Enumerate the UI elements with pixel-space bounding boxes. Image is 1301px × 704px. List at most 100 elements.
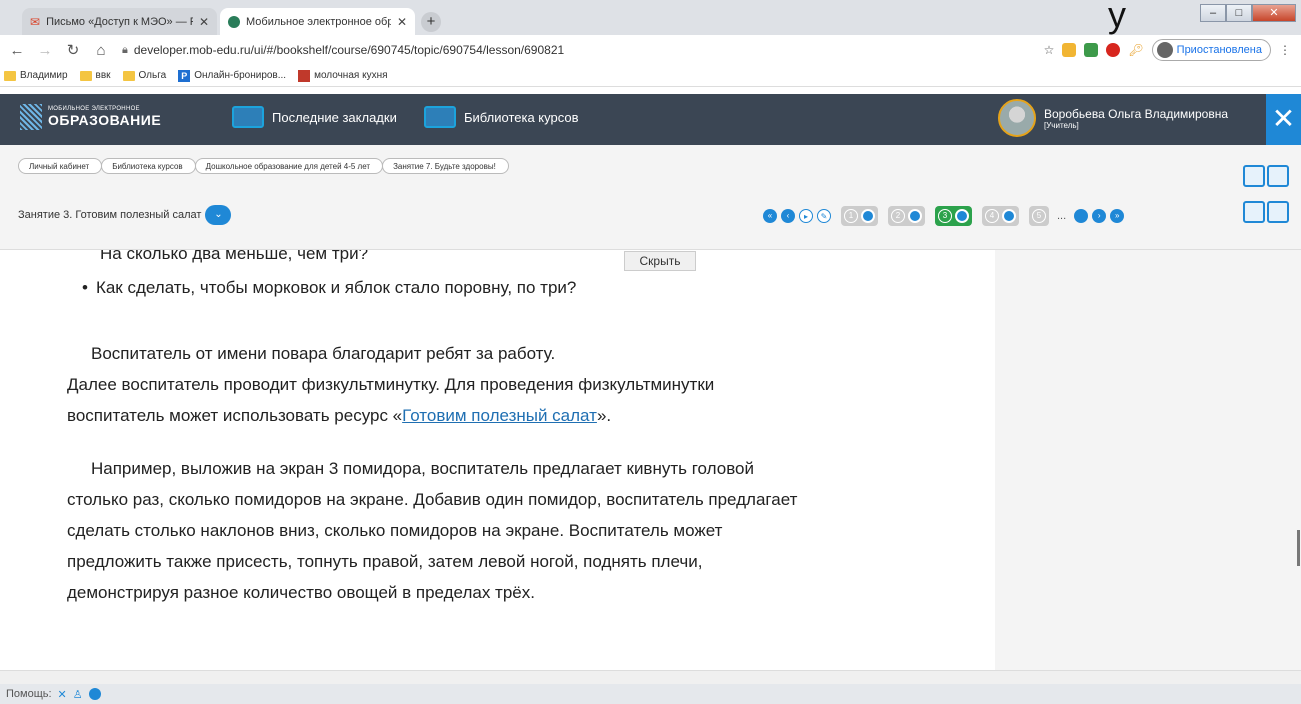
bookmark-label: Владимир [20, 70, 68, 81]
close-icon[interactable]: ✕ [1266, 94, 1301, 145]
bookmark-item[interactable]: Владимир [4, 70, 68, 81]
booking-icon: P [178, 69, 191, 82]
paragraph-line: воспитатель может использовать ресурс «Г… [67, 400, 967, 431]
breadcrumb-item[interactable]: Библиотека курсов [101, 158, 196, 174]
lesson-select[interactable]: Занятие 3. Готовим полезный салат ⌄ [18, 205, 232, 225]
new-tab-button[interactable]: + [421, 12, 441, 32]
bullet-item: Как сделать, чтобы морковок и яблок стал… [82, 272, 576, 303]
breadcrumb-item[interactable]: Занятие 7. Будьте здоровы! [382, 158, 509, 174]
lesson-pager: « ‹ ▸ ✎ 1 2 3 4 5 ... › » [763, 206, 1125, 226]
paragraph-line: демонстрируя разное количество овощей в … [67, 583, 535, 602]
nav-recent-bookmarks[interactable]: Последние закладки [232, 106, 397, 128]
overlay-glyph: у [1108, 0, 1126, 35]
next-icon[interactable]: ▸ [799, 209, 813, 223]
extension-icon[interactable] [1062, 43, 1077, 57]
logo-icon [20, 104, 42, 130]
profile-button[interactable]: Приостановлена [1151, 39, 1271, 61]
toolbar-right: ☆ 🔑︎ Приостановлена ⋮ [1044, 39, 1291, 61]
tab-mail[interactable]: ✉ Письмо «Доступ к МЭО» — Ро ✕ [22, 8, 217, 35]
nav-label: Последние закладки [272, 109, 397, 125]
nav-course-library[interactable]: Библиотека курсов [424, 106, 579, 128]
info-icon[interactable] [88, 688, 101, 700]
paragraph-line: Воспитатель от имени повара благодарит р… [91, 344, 556, 363]
tab-close-icon[interactable]: ✕ [397, 15, 407, 29]
last-page-icon[interactable]: » [1110, 209, 1125, 223]
page-dot-icon[interactable] [1074, 209, 1089, 223]
bookmarks-bar: Владимир ввк Ольга P Онлайн-брониров... м… [0, 65, 1301, 87]
book-icon [232, 106, 264, 128]
page-button[interactable]: 4 [982, 206, 1019, 226]
breadcrumb: Личный кабинет Библиотека курсов Дошколь… [18, 158, 509, 174]
lesson-toolbar: Личный кабинет Библиотека курсов Дошколь… [0, 145, 1301, 250]
bookmark-item[interactable]: ввк [79, 70, 111, 81]
window-controls: – □ ✕ [1200, 4, 1296, 22]
first-page-icon[interactable]: « [763, 209, 777, 223]
menu-icon[interactable]: ⋮ [1279, 43, 1291, 57]
next-page-icon[interactable]: › [1092, 209, 1107, 223]
paragraph-line: сделать столько наклонов вниз, сколько п… [67, 521, 723, 540]
browser-tab-bar: ✉ Письмо «Доступ к МЭО» — Ро ✕ Мобильное… [0, 0, 1301, 35]
resource-link[interactable]: Готовим полезный салат [402, 406, 597, 425]
right-tools [1243, 165, 1291, 223]
user-role: [Учитель] [1044, 120, 1079, 130]
url-field[interactable]: 🔒︎ developer.mob-edu.ru/ui/#/bookshelf/c… [122, 43, 564, 57]
page-dot [908, 209, 922, 223]
kitchen-icon [298, 69, 311, 82]
avatar [998, 99, 1036, 137]
tools-icon[interactable]: ✕ [58, 688, 67, 701]
bookmark-item[interactable]: Ольга [122, 70, 166, 81]
forward-icon[interactable]: → [34, 42, 56, 59]
chat-icon[interactable] [1267, 201, 1289, 223]
breadcrumb-item[interactable]: Дошкольное образование для детей 4-5 лет [194, 158, 384, 174]
page-dot [955, 209, 969, 223]
page-button[interactable]: 1 [841, 206, 878, 226]
paragraph-line: предложить также присесть, топнуть право… [67, 552, 703, 571]
user-profile[interactable]: Воробьева Ольга Владимировна [Учитель] [998, 99, 1228, 137]
tab-close-icon[interactable]: ✕ [199, 15, 209, 29]
bookmark-item[interactable]: молочная кухня [298, 69, 388, 82]
hide-button[interactable]: Скрыть [624, 251, 696, 271]
page-button[interactable]: 5 [1029, 206, 1049, 226]
edit-icon[interactable]: ✎ [817, 209, 831, 223]
extension-icon[interactable] [1084, 43, 1099, 57]
bookmark-item[interactable]: P Онлайн-брониров... [178, 69, 286, 82]
app-header: МОБИЛЬНОЕ ЭЛЕКТРОННОЕ ОБРАЗОВАНИЕ Послед… [0, 94, 1301, 145]
page-number: 2 [891, 209, 905, 223]
folder-icon [79, 70, 92, 81]
home-icon[interactable]: ⌂ [90, 42, 112, 59]
horizontal-scrollbar[interactable] [0, 670, 1301, 684]
url-text: developer.mob-edu.ru/ui/#/bookshelf/cour… [133, 43, 565, 57]
back-icon[interactable]: ← [6, 42, 28, 59]
page-button[interactable]: 2 [888, 206, 925, 226]
folder-icon [4, 70, 16, 81]
notes-icon[interactable] [1243, 165, 1265, 187]
grid-icon[interactable] [1267, 165, 1289, 187]
page-number: 1 [844, 209, 858, 223]
paragraph: Воспитатель от имени повара благодарит р… [67, 338, 967, 431]
tab-mob-edu[interactable]: Мобильное электронное обра ✕ [220, 8, 415, 35]
text: ». [596, 406, 612, 425]
table-icon[interactable] [1243, 201, 1265, 223]
extension-icon[interactable] [1106, 43, 1121, 57]
close-window-button[interactable]: ✕ [1252, 4, 1296, 22]
key-icon[interactable]: 🔑︎ [1128, 43, 1143, 57]
breadcrumb-item[interactable]: Личный кабинет [18, 158, 103, 174]
page-button-active[interactable]: 3 [935, 206, 972, 226]
paragraph: Например, выложив на экран 3 помидора, в… [67, 453, 967, 608]
lock-icon: 🔒︎ [122, 43, 128, 56]
paragraph-line: Далее воспитатель проводит физкультминут… [67, 375, 715, 394]
maximize-button[interactable]: □ [1226, 4, 1252, 22]
chevron-down-icon[interactable]: ⌄ [205, 205, 232, 225]
help-label: Помощь: [6, 688, 52, 700]
minimize-button[interactable]: – [1200, 4, 1226, 22]
bookmark-label: ввк [95, 70, 111, 81]
user-icon[interactable]: ♙ [73, 688, 83, 701]
reload-icon[interactable]: ↻ [62, 41, 84, 59]
star-icon[interactable]: ☆ [1044, 43, 1055, 57]
lesson-content: На сколько два меньше, чем три? Скрыть К… [0, 250, 995, 670]
paragraph-line: столько раз, сколько помидоров на экране… [67, 490, 798, 509]
vertical-scrollbar-thumb[interactable] [1297, 530, 1300, 566]
app-logo[interactable]: МОБИЛЬНОЕ ЭЛЕКТРОННОЕ ОБРАЗОВАНИЕ [20, 104, 161, 130]
prev-page-icon[interactable]: ‹ [781, 209, 795, 223]
cut-off-line: На сколько два меньше, чем три? [100, 250, 369, 263]
